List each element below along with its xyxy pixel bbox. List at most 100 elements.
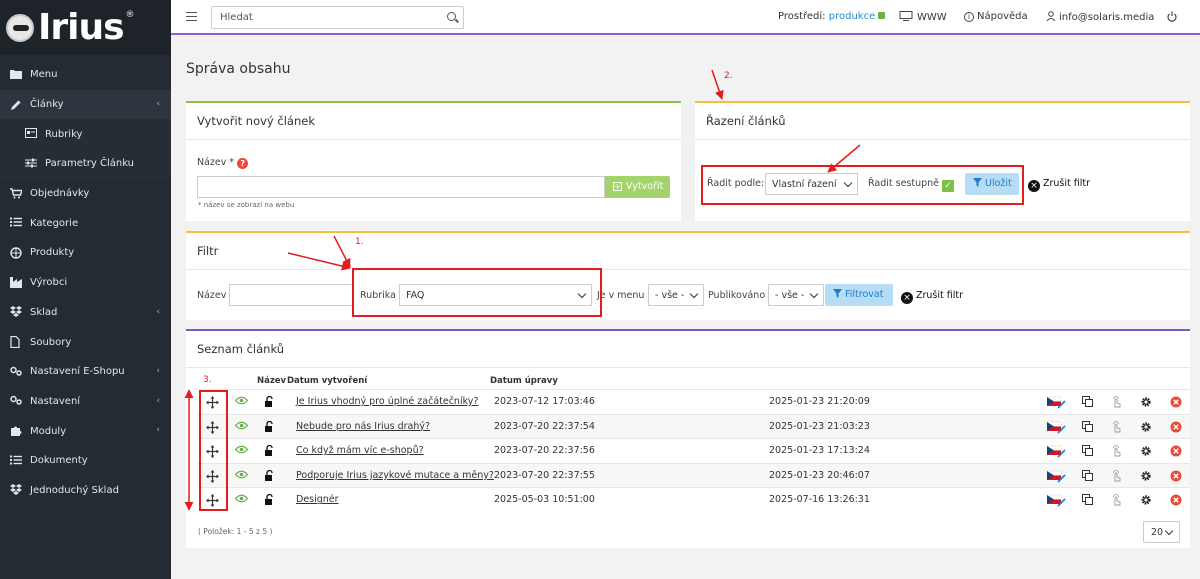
article-name-link[interactable]: Je Irius vhodný pro úplné začátečníky?: [296, 396, 478, 407]
per-page-select[interactable]: 20: [1143, 521, 1180, 543]
eye-visible-icon[interactable]: [234, 396, 248, 410]
unlock-icon: [878, 12, 886, 19]
user-menu[interactable]: info@solaris.media: [1046, 11, 1154, 23]
unlock-icon[interactable]: [262, 395, 276, 410]
article-name-link[interactable]: Designér: [296, 494, 339, 505]
sidebar-item-parametry-clanku[interactable]: Parametry Článku: [0, 149, 171, 179]
power-button[interactable]: [1167, 11, 1177, 25]
pointer-touch-icon[interactable]: [1110, 420, 1124, 435]
gear-icon[interactable]: [1139, 421, 1153, 435]
sidebar-item-clanky[interactable]: Články ‹: [0, 89, 171, 120]
create-name-input[interactable]: [197, 176, 605, 198]
col-header-modified[interactable]: Datum úpravy: [490, 376, 558, 386]
eye-visible-icon[interactable]: [234, 470, 248, 484]
unlock-icon[interactable]: [262, 469, 276, 484]
search-icon[interactable]: [447, 12, 456, 21]
czech-flag-edit-icon[interactable]: [1046, 470, 1066, 484]
czech-flag-edit-icon[interactable]: [1046, 421, 1066, 435]
col-header-name[interactable]: Název: [257, 376, 286, 386]
unlock-icon[interactable]: [262, 494, 276, 508]
sidebar: Irius ® Menu Články ‹ Rubriky Parametry Člán…: [0, 0, 171, 579]
pointer-touch-icon[interactable]: [1110, 396, 1124, 410]
delete-icon[interactable]: [1169, 445, 1183, 459]
delete-icon[interactable]: [1169, 396, 1183, 410]
delete-icon[interactable]: [1169, 421, 1183, 435]
puzzle-icon: [10, 425, 22, 437]
czech-flag-edit-icon[interactable]: [1046, 494, 1066, 508]
eye-visible-icon[interactable]: [234, 494, 248, 508]
copy-icon[interactable]: [1080, 445, 1094, 459]
modified-date: 2025-01-23 21:03:23: [769, 420, 870, 432]
filter-name-input[interactable]: [229, 284, 354, 306]
search-input[interactable]: Hledat: [211, 6, 464, 29]
modified-date: 2025-07-16 13:26:31: [769, 494, 870, 506]
chevron-left-icon: ‹: [156, 306, 160, 317]
registered-mark: ®: [125, 10, 135, 20]
copy-icon[interactable]: [1080, 420, 1094, 435]
logo[interactable]: Irius ®: [0, 0, 171, 55]
sidebar-item-label: Výrobci: [30, 277, 68, 289]
eye-visible-icon[interactable]: [234, 445, 248, 459]
article-name-link[interactable]: Nebude pro nás Irius drahý?: [296, 421, 430, 432]
www-link[interactable]: WWW: [899, 11, 947, 23]
pointer-touch-icon[interactable]: [1110, 494, 1124, 508]
sidebar-item-moduly[interactable]: Moduly ‹: [0, 416, 171, 446]
czech-flag-edit-icon[interactable]: [1046, 396, 1066, 410]
sidebar-item-jednoduchy-sklad[interactable]: Jednoduchý Sklad: [0, 476, 171, 506]
unlock-icon[interactable]: [262, 420, 276, 435]
gear-icon[interactable]: [1139, 396, 1153, 410]
copy-icon[interactable]: [1080, 469, 1094, 484]
sidebar-item-objednavky[interactable]: Objednávky: [0, 179, 171, 209]
filter-published-select[interactable]: - vše -: [768, 284, 824, 306]
annotation-label-2: 2.: [724, 71, 733, 81]
sidebar-item-nastaveni-e-shopu[interactable]: Nastavení E-Shopu ‹: [0, 357, 171, 387]
sidebar-item-soubory[interactable]: Soubory: [0, 327, 171, 357]
sidebar-item-dokumenty[interactable]: Dokumenty: [0, 446, 171, 476]
cart-icon: [10, 187, 23, 200]
table-row: Nebude pro nás Irius drahý? 2023-07-20 22…: [197, 413, 1190, 439]
help-icon[interactable]: ?: [237, 158, 249, 169]
pointer-touch-icon[interactable]: [1110, 445, 1124, 459]
sort-cancel-filter[interactable]: × Zrušit filtr: [1028, 178, 1090, 192]
annotation-box-rubric: [352, 268, 602, 317]
unlock-icon[interactable]: [262, 445, 276, 459]
article-name-link[interactable]: Podporuje Irius jazykové mutace a měny?: [296, 470, 494, 481]
filter-button[interactable]: Filtrovat: [825, 284, 893, 306]
help-link[interactable]: i Nápověda: [964, 11, 1028, 22]
power-icon: [1167, 11, 1177, 22]
annotation-box-sort: [701, 165, 1024, 205]
sidebar-item-label: Jednoduchý Sklad: [30, 484, 119, 496]
astronaut-logo-icon: [6, 13, 34, 42]
sidebar-item-label: Články: [30, 99, 64, 111]
hamburger-menu-icon[interactable]: [186, 12, 197, 21]
search-placeholder: Hledat: [220, 12, 253, 23]
sidebar-item-produkty[interactable]: Produkty: [0, 238, 171, 268]
pointer-touch-icon[interactable]: [1110, 469, 1124, 484]
sidebar-item-rubriky[interactable]: Rubriky: [0, 119, 171, 150]
sidebar-item-nastaveni[interactable]: Nastavení ‹: [0, 387, 171, 417]
sidebar-item-sklad[interactable]: Sklad ‹: [0, 298, 171, 328]
sidebar-item-vyrobci[interactable]: Výrobci: [0, 268, 171, 298]
create-button[interactable]: + Vytvořit: [605, 176, 670, 198]
brand-name: Irius: [38, 6, 125, 48]
sidebar-item-menu[interactable]: Menu: [0, 60, 171, 90]
filter-cancel[interactable]: × Zrušit filtr: [901, 290, 963, 304]
cog-pair-icon: [10, 395, 22, 407]
gear-icon[interactable]: [1139, 494, 1153, 508]
copy-icon[interactable]: [1080, 396, 1094, 410]
chevron-left-icon: ‹: [156, 365, 160, 376]
czech-flag-edit-icon[interactable]: [1046, 445, 1066, 459]
sidebar-item-kategorie[interactable]: Kategorie: [0, 208, 171, 238]
col-header-created[interactable]: Datum vytvoření: [287, 376, 367, 386]
create-note: * název se zobrazí na webu: [198, 201, 295, 209]
topbar: Hledat Prostředí: produkce WWW i Nápověda…: [171, 0, 1200, 35]
copy-icon[interactable]: [1080, 494, 1094, 508]
article-name-link[interactable]: Co když mám víc e-shopů?: [296, 445, 424, 456]
delete-icon[interactable]: [1169, 494, 1183, 508]
filter-in-menu-select[interactable]: - vše -: [648, 284, 704, 306]
eye-visible-icon[interactable]: [234, 421, 248, 435]
env-value-link[interactable]: produkce: [829, 11, 875, 22]
delete-icon[interactable]: [1169, 470, 1183, 484]
gear-icon[interactable]: [1139, 470, 1153, 484]
gear-icon[interactable]: [1139, 445, 1153, 459]
